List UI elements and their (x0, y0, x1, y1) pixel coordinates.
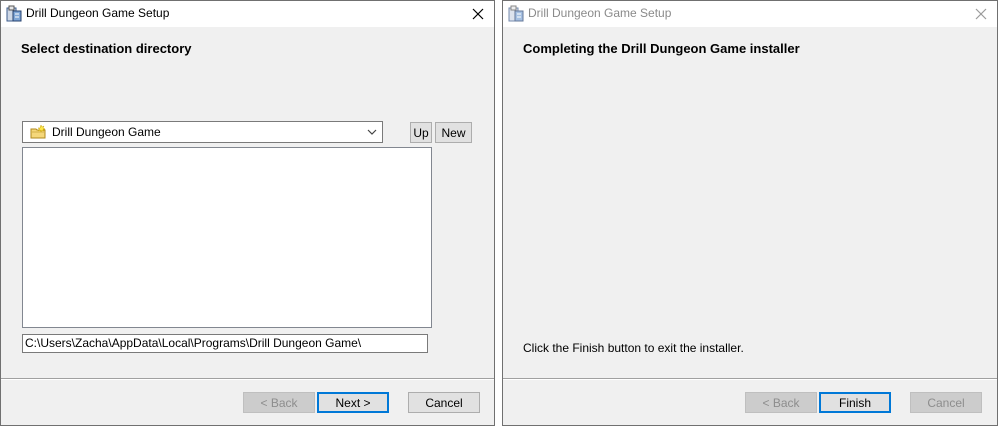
back-button[interactable]: < Back (745, 392, 817, 413)
close-icon (472, 8, 484, 20)
finish-button[interactable]: Finish (819, 392, 891, 413)
title-bar: Drill Dungeon Game Setup (1, 1, 494, 27)
cancel-button[interactable]: Cancel (408, 392, 480, 413)
window-title: Drill Dungeon Game Setup (528, 6, 672, 20)
installer-icon (6, 5, 22, 22)
completion-message: Click the Finish button to exit the inst… (523, 341, 744, 355)
window-title: Drill Dungeon Game Setup (26, 6, 170, 20)
new-folder-button[interactable]: New (435, 122, 472, 143)
close-button[interactable] (468, 4, 488, 24)
cancel-button[interactable]: Cancel (910, 392, 982, 413)
directory-combobox[interactable]: Drill Dungeon Game (22, 121, 383, 143)
page-heading: Completing the Drill Dungeon Game instal… (523, 41, 800, 56)
chevron-down-icon (367, 129, 377, 135)
back-button[interactable]: < Back (243, 392, 315, 413)
directory-listbox[interactable] (22, 147, 432, 328)
directory-combobox-value: Drill Dungeon Game (52, 125, 161, 139)
title-bar: Drill Dungeon Game Setup (503, 1, 997, 27)
footer-divider (1, 378, 494, 380)
up-button[interactable]: Up (410, 122, 432, 143)
installer-icon (508, 5, 524, 22)
page-heading: Select destination directory (21, 41, 192, 56)
footer-divider (503, 378, 997, 380)
next-button[interactable]: Next > (317, 392, 389, 413)
close-icon (975, 8, 987, 20)
folder-new-icon (30, 125, 46, 139)
setup-window-completing: Drill Dungeon Game Setup Completing the … (502, 0, 998, 426)
destination-path-field[interactable]: C:\Users\Zacha\AppData\Local\Programs\Dr… (22, 334, 428, 353)
setup-window-select-directory: Drill Dungeon Game Setup Select destinat… (0, 0, 495, 426)
close-button[interactable] (971, 4, 991, 24)
